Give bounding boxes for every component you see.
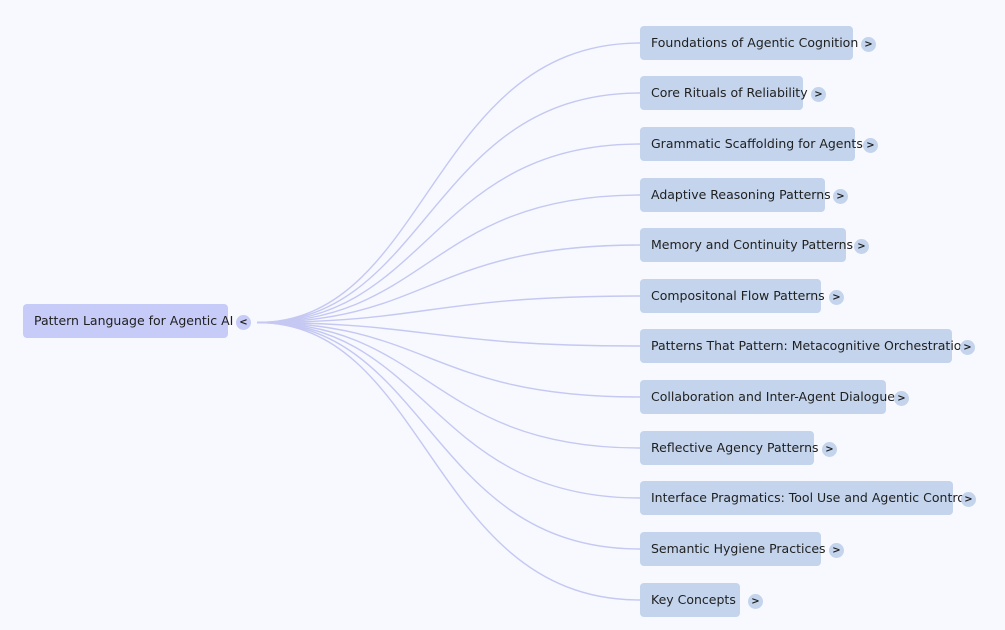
- expand-toggle-icon[interactable]: >: [829, 543, 844, 558]
- child-node-metacognitive-orchestration[interactable]: Patterns That Pattern: Metacognitive Orc…: [640, 329, 969, 363]
- mindmap-canvas: Pattern Language for Agentic AI < Founda…: [0, 0, 1005, 630]
- child-node-label: Collaboration and Inter-Agent Dialogue: [651, 389, 895, 404]
- child-node-label: Key Concepts: [651, 592, 736, 607]
- edge-1: [256, 92, 641, 324]
- expand-toggle-icon[interactable]: >: [894, 391, 909, 406]
- child-node-key-concepts[interactable]: Key Concepts: [640, 583, 740, 617]
- edge-9: [256, 321, 641, 499]
- child-node-core-rituals[interactable]: Core Rituals of Reliability: [640, 76, 808, 110]
- edge-8: [256, 321, 641, 449]
- edge-2: [256, 143, 641, 324]
- expand-toggle-icon[interactable]: >: [861, 37, 876, 52]
- expand-toggle-icon[interactable]: >: [854, 239, 869, 254]
- edge-11: [256, 321, 641, 601]
- edge-10: [256, 321, 641, 550]
- edge-4: [256, 244, 641, 324]
- child-node-label: Core Rituals of Reliability: [651, 85, 808, 100]
- child-node-memory-continuity[interactable]: Memory and Continuity Patterns: [640, 228, 853, 262]
- child-node-compositional-flow[interactable]: Compositonal Flow Patterns: [640, 279, 825, 313]
- child-node-interface-pragmatics[interactable]: Interface Pragmatics: Tool Use and Agent…: [640, 481, 968, 515]
- child-node-grammatic-scaffolding[interactable]: Grammatic Scaffolding for Agents: [640, 127, 863, 161]
- child-node-label: Compositonal Flow Patterns: [651, 288, 825, 303]
- collapse-toggle-icon[interactable]: <: [236, 315, 251, 330]
- child-node-label: Adaptive Reasoning Patterns: [651, 187, 831, 202]
- root-node-label: Pattern Language for Agentic AI: [34, 313, 234, 328]
- expand-toggle-icon[interactable]: >: [863, 138, 878, 153]
- expand-toggle-icon[interactable]: >: [960, 340, 975, 355]
- expand-toggle-icon[interactable]: >: [822, 442, 837, 457]
- expand-toggle-icon[interactable]: >: [811, 87, 826, 102]
- child-node-label: Semantic Hygiene Practices: [651, 541, 826, 556]
- child-node-reflective-agency[interactable]: Reflective Agency Patterns: [640, 431, 819, 465]
- child-node-label: Interface Pragmatics: Tool Use and Agent…: [651, 490, 969, 505]
- child-node-collaboration-dialogue[interactable]: Collaboration and Inter-Agent Dialogue: [640, 380, 895, 414]
- child-node-adaptive-reasoning[interactable]: Adaptive Reasoning Patterns: [640, 178, 831, 212]
- child-node-foundations[interactable]: Foundations of Agentic Cognition: [640, 26, 858, 60]
- child-node-label: Foundations of Agentic Cognition: [651, 35, 859, 50]
- expand-toggle-icon[interactable]: >: [829, 290, 844, 305]
- edge-7: [256, 321, 641, 398]
- root-node[interactable]: Pattern Language for Agentic AI: [23, 304, 233, 338]
- expand-toggle-icon[interactable]: >: [748, 594, 763, 609]
- child-node-label: Memory and Continuity Patterns: [651, 237, 854, 252]
- child-node-semantic-hygiene[interactable]: Semantic Hygiene Practices: [640, 532, 826, 566]
- child-node-label: Grammatic Scaffolding for Agents: [651, 136, 863, 151]
- edge-3: [256, 194, 641, 324]
- edge-0: [256, 42, 641, 324]
- child-node-label: Patterns That Pattern: Metacognitive Orc…: [651, 338, 970, 353]
- child-node-label: Reflective Agency Patterns: [651, 440, 819, 455]
- expand-toggle-icon[interactable]: >: [961, 492, 976, 507]
- expand-toggle-icon[interactable]: >: [833, 189, 848, 204]
- edge-5: [256, 295, 641, 324]
- edge-6: [256, 321, 641, 347]
